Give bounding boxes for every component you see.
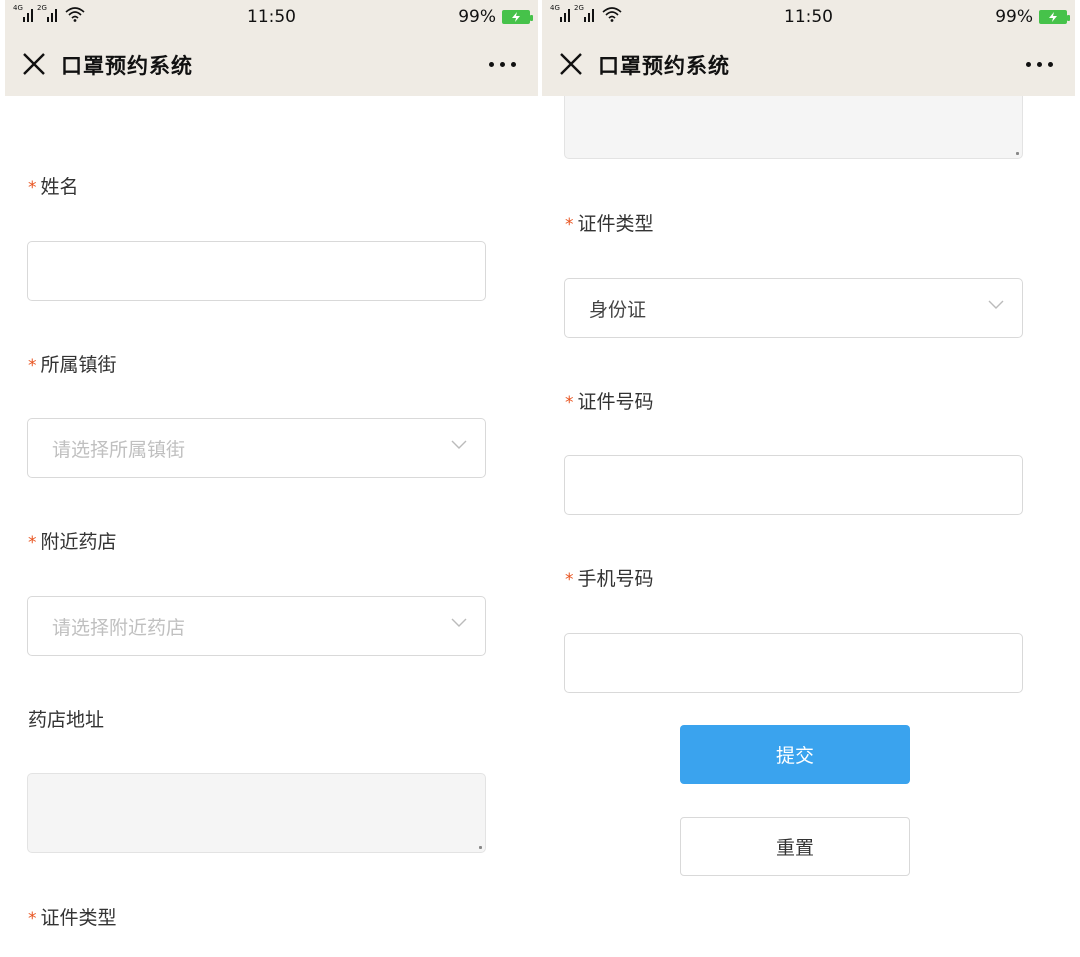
town-select[interactable]: 请选择所属镇街 xyxy=(27,418,486,478)
nav-bar: 口罩预约系统 xyxy=(5,33,538,96)
close-icon[interactable] xyxy=(21,51,47,77)
name-label: * 姓名 xyxy=(28,176,79,198)
town-placeholder: 请选择所属镇街 xyxy=(52,438,186,461)
resize-handle[interactable] xyxy=(1016,152,1019,155)
battery-indicator: 99% xyxy=(995,7,1070,27)
required-mark: * xyxy=(28,178,37,198)
nav-bar: 口罩预约系统 xyxy=(542,33,1075,96)
more-horizontal-icon[interactable] xyxy=(489,62,516,67)
charging-bolt-icon xyxy=(512,12,520,22)
chevron-down-icon xyxy=(988,300,1004,309)
required-mark: * xyxy=(565,570,574,590)
required-mark: * xyxy=(565,393,574,413)
id-number-label: * 证件号码 xyxy=(565,391,654,413)
phone-input[interactable] xyxy=(564,633,1023,693)
pharmacy-label: * 附近药店 xyxy=(28,531,117,553)
id-type-select[interactable]: 身份证 xyxy=(564,278,1023,338)
chevron-down-icon xyxy=(451,440,467,449)
town-label: * 所属镇街 xyxy=(28,354,117,376)
address-label: 药店地址 xyxy=(28,709,105,731)
reset-button[interactable]: 重置 xyxy=(680,817,910,876)
phone-screen-bottom: 4G 2G 11:50 99% 口罩预约系统 * 证件类型 身份证 * 证件号码… xyxy=(542,0,1075,957)
charging-bolt-icon xyxy=(1049,12,1057,22)
phone-label: * 手机号码 xyxy=(565,568,654,590)
address-textarea[interactable] xyxy=(27,773,486,853)
close-icon[interactable] xyxy=(558,51,584,77)
required-mark: * xyxy=(28,356,37,376)
pharmacy-placeholder: 请选择附近药店 xyxy=(52,616,186,639)
battery-icon xyxy=(502,10,533,24)
name-input[interactable] xyxy=(27,241,486,301)
resize-handle[interactable] xyxy=(479,846,482,849)
required-mark: * xyxy=(28,533,37,553)
pharmacy-select[interactable]: 请选择附近药店 xyxy=(27,596,486,656)
submit-button[interactable]: 提交 xyxy=(680,725,910,784)
required-mark: * xyxy=(28,909,37,929)
id-number-input[interactable] xyxy=(564,455,1023,515)
page-title: 口罩预约系统 xyxy=(61,54,193,78)
id-type-value: 身份证 xyxy=(589,298,647,321)
address-textarea[interactable] xyxy=(564,96,1023,159)
id-type-label: * 证件类型 xyxy=(28,907,117,929)
more-horizontal-icon[interactable] xyxy=(1026,62,1053,67)
page-title: 口罩预约系统 xyxy=(598,54,730,78)
phone-screen-top: 4G 2G 11:50 99% 口罩预约系统 * 姓名 * 所属镇街 请选择所属… xyxy=(5,0,538,957)
status-bar: 4G 2G 11:50 99% xyxy=(5,0,538,33)
id-type-label: * 证件类型 xyxy=(565,213,654,235)
battery-percent: 99% xyxy=(995,7,1033,27)
chevron-down-icon xyxy=(451,618,467,627)
battery-indicator: 99% xyxy=(458,7,533,27)
battery-icon xyxy=(1039,10,1070,24)
required-mark: * xyxy=(565,215,574,235)
battery-percent: 99% xyxy=(458,7,496,27)
status-bar: 4G 2G 11:50 99% xyxy=(542,0,1075,33)
